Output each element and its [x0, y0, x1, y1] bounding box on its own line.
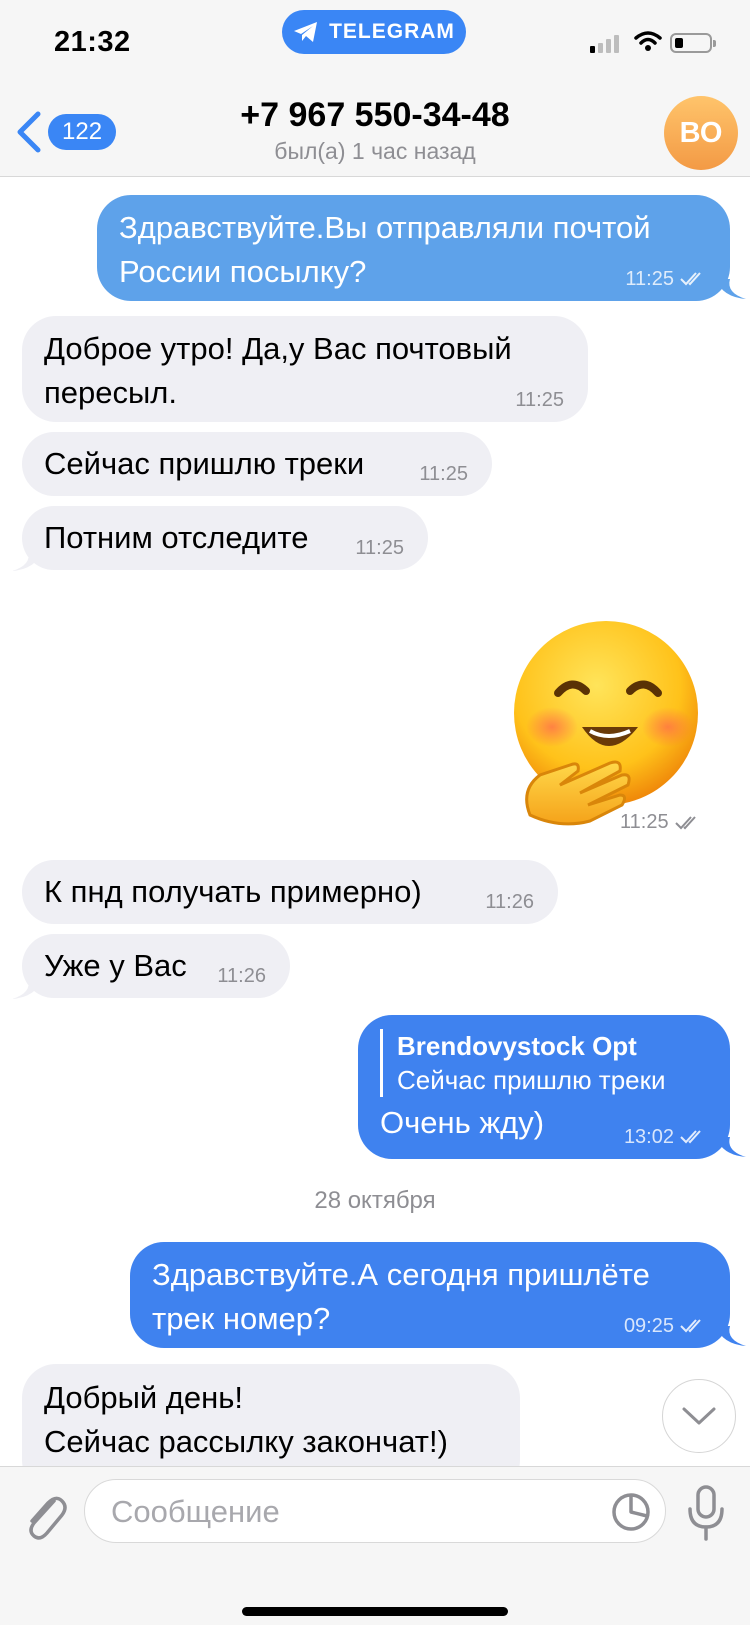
bubble-tail — [716, 279, 746, 299]
avatar[interactable]: ВО — [664, 96, 738, 170]
home-indicator[interactable] — [242, 1607, 508, 1616]
message-time: 11:25 — [620, 811, 669, 833]
message-text: Здравствуйте.Вы отправляли почтой России… — [119, 210, 651, 289]
bubble-tail — [716, 1137, 746, 1157]
chevron-left-icon — [17, 111, 41, 153]
battery-icon — [670, 33, 716, 53]
double-check-icon — [680, 272, 701, 286]
chevron-down-icon — [682, 1407, 716, 1425]
message-time: 13:02 — [623, 1126, 674, 1148]
back-button[interactable]: 122 — [14, 110, 117, 154]
message-text: Добрый день! Сейчас рассылку закончат!) — [44, 1380, 448, 1459]
message-list[interactable]: Здравствуйте.Вы отправляли почтой России… — [0, 177, 750, 1466]
message-time: 09:25 — [623, 1315, 674, 1337]
message-text: Сейчас пришлю треки — [44, 446, 365, 481]
double-check-icon — [680, 1319, 701, 1333]
chat-title[interactable]: +7 967 550-34-48 — [150, 96, 600, 135]
outgoing-reply-message[interactable]: Brendovystock Opt Сейчас пришлю треки Оч… — [358, 1015, 730, 1159]
message-time: 11:25 — [419, 463, 468, 485]
wifi-icon — [634, 31, 662, 51]
message-composer — [0, 1466, 750, 1625]
message-text: Доброе утро! Да,у Вас почтовый пересыл. — [44, 331, 512, 410]
smiling-face-hand-over-mouth-sticker[interactable] — [500, 615, 718, 833]
incoming-message[interactable]: Потним отследите 11:25 — [22, 506, 428, 570]
telegram-pill-label: TELEGRAM — [329, 20, 455, 43]
sticker-icon[interactable] — [611, 1492, 651, 1532]
status-bar: 21:32 TELEGRAM — [0, 0, 750, 90]
sticker-meta: 11:25 — [620, 811, 701, 834]
status-time: 21:32 — [54, 26, 131, 58]
microphone-icon[interactable] — [686, 1485, 726, 1541]
reply-quoted-text: Сейчас пришлю треки — [397, 1065, 666, 1095]
cellular-signal-icon — [590, 35, 619, 53]
incoming-message[interactable]: Добрый день! Сейчас рассылку закончат!) — [22, 1364, 520, 1466]
date-separator: 28 октября — [314, 1187, 436, 1214]
incoming-message[interactable]: Доброе утро! Да,у Вас почтовый пересыл. … — [22, 316, 588, 422]
message-text: Потним отследите — [44, 520, 309, 555]
double-check-icon — [680, 1130, 701, 1144]
incoming-message[interactable]: Уже у Вас 11:26 — [22, 934, 290, 998]
message-time: 11:26 — [485, 891, 534, 913]
telegram-pill[interactable]: TELEGRAM — [282, 10, 466, 54]
message-text: К пнд получать примерно) — [44, 874, 422, 909]
message-time: 11:25 — [355, 537, 404, 559]
message-input-box[interactable] — [84, 1479, 666, 1543]
outgoing-message[interactable]: Здравствуйте.А сегодня пришлёте трек ном… — [130, 1242, 730, 1348]
incoming-message[interactable]: К пнд получать примерно) 11:26 — [22, 860, 558, 924]
bubble-tail — [12, 979, 42, 999]
unread-count-badge: 122 — [48, 114, 117, 150]
paperclip-icon[interactable] — [20, 1487, 68, 1543]
message-time: 11:26 — [217, 965, 266, 987]
chat-header: 122 +7 967 550-34-48 был(а) 1 час назад … — [0, 90, 750, 177]
message-input[interactable] — [109, 1490, 583, 1534]
message-text: Здравствуйте.А сегодня пришлёте трек ном… — [152, 1257, 650, 1336]
bubble-tail — [716, 1326, 746, 1346]
message-time: 11:25 — [515, 389, 564, 411]
incoming-message[interactable]: Сейчас пришлю треки 11:25 — [22, 432, 492, 496]
reply-author: Brendovystock Opt — [397, 1031, 637, 1061]
scroll-to-bottom-button[interactable] — [662, 1379, 736, 1453]
outgoing-message[interactable]: Здравствуйте.Вы отправляли почтой России… — [97, 195, 730, 301]
smiling-face-icon — [514, 621, 698, 826]
last-seen-status: был(а) 1 час назад — [274, 138, 476, 164]
double-check-icon — [674, 815, 696, 829]
bubble-tail — [12, 551, 42, 571]
reply-preview[interactable]: Brendovystock Opt Сейчас пришлю треки — [380, 1029, 706, 1097]
telegram-icon — [294, 22, 318, 42]
message-time: 11:25 — [625, 268, 674, 290]
